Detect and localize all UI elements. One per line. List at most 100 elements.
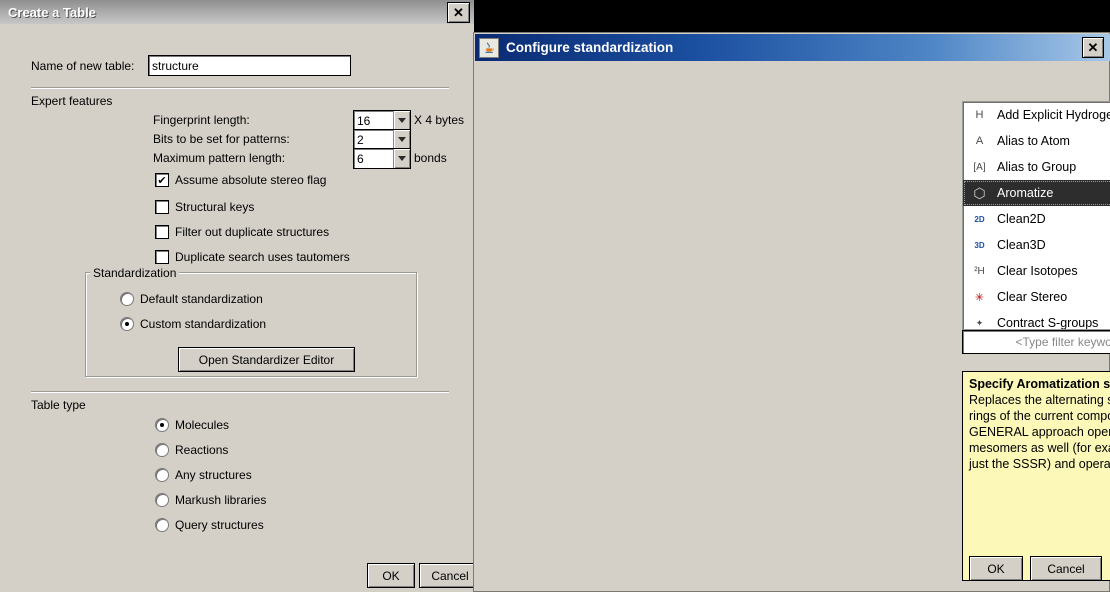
available-actions-list[interactable]: H Add Explicit Hydrogens A Alias to Atom…: [962, 101, 1110, 330]
table-name-label: Name of new table:: [31, 59, 134, 73]
left-dialog-title: Create a Table: [8, 5, 96, 20]
radio-label: Molecules: [175, 418, 229, 432]
maximum-pattern-length-suffix: bonds: [414, 151, 447, 165]
configure-standardization-dialog: Configure standardization ✕ H Add Explic…: [473, 32, 1110, 592]
radio-button[interactable]: [155, 468, 169, 482]
create-a-table-dialog: Create a Table ✕ Name of new table: stru…: [0, 0, 475, 592]
expert-features-label: Expert features: [31, 94, 112, 108]
list-item[interactable]: 3D Clean3D: [963, 232, 1110, 258]
radio-molecules[interactable]: Molecules: [155, 418, 229, 432]
list-item[interactable]: [A] Alias to Group: [963, 154, 1110, 180]
contract-s-groups-icon: ✦: [971, 318, 988, 329]
right-cancel-button[interactable]: Cancel: [1030, 556, 1102, 581]
java-app-icon: [479, 38, 499, 58]
clear-stereo-icon: ✳: [971, 291, 988, 304]
checkbox-duplicate-search-uses-tautomers[interactable]: Duplicate search uses tautomers: [155, 250, 350, 264]
checkbox-label: Assume absolute stereo flag: [175, 173, 326, 187]
left-dialog-titlebar: Create a Table: [0, 0, 474, 24]
radio-label: Query structures: [175, 518, 264, 532]
checkbox-box[interactable]: [155, 225, 169, 239]
radio-button[interactable]: [155, 443, 169, 457]
maximum-pattern-length-label: Maximum pattern length:: [153, 151, 285, 165]
radio-label: Markush libraries: [175, 493, 266, 507]
radio-button[interactable]: [155, 418, 169, 432]
table-name-input[interactable]: structure: [148, 55, 351, 76]
radio-label: Custom standardization: [140, 317, 266, 331]
list-item-label: Contract S-groups: [997, 316, 1098, 330]
list-item[interactable]: ✦ Contract S-groups: [963, 310, 1110, 330]
radio-label: Reactions: [175, 443, 228, 457]
left-dialog-close-icon[interactable]: ✕: [447, 2, 470, 23]
radio-label: Default standardization: [140, 292, 263, 306]
right-dialog-close-icon[interactable]: ✕: [1082, 37, 1104, 58]
clean3d-icon: 3D: [971, 241, 988, 250]
checkbox-assume-absolute-stereo-flag[interactable]: ✔ Assume absolute stereo flag: [155, 173, 326, 187]
maximum-pattern-length-combo[interactable]: 6: [353, 148, 411, 169]
list-item-label: Alias to Group: [997, 160, 1076, 174]
right-dialog-titlebar: Configure standardization: [475, 34, 1110, 61]
chevron-down-icon[interactable]: [393, 111, 410, 130]
alias-to-group-icon: [A]: [971, 162, 988, 173]
fingerprint-length-value: 16: [354, 111, 393, 130]
checkbox-box[interactable]: [155, 200, 169, 214]
radio-default-standardization[interactable]: Default standardization: [120, 292, 263, 306]
list-item[interactable]: 2D Clean2D: [963, 206, 1110, 232]
checkbox-filter-out-duplicate-structures[interactable]: Filter out duplicate structures: [155, 225, 329, 239]
fingerprint-length-suffix: X 4 bytes: [414, 113, 464, 127]
radio-markush-libraries[interactable]: Markush libraries: [155, 493, 266, 507]
fingerprint-length-label: Fingerprint length:: [153, 113, 250, 127]
table-type-label: Table type: [31, 398, 86, 412]
radio-reactions[interactable]: Reactions: [155, 443, 228, 457]
checkbox-label: Duplicate search uses tautomers: [175, 250, 350, 264]
bits-per-pattern-label: Bits to be set for patterns:: [153, 132, 290, 146]
open-standardizer-editor-button[interactable]: Open Standardizer Editor: [178, 347, 355, 372]
description-panel: Specify Aromatization style Replaces the…: [962, 371, 1110, 581]
list-item[interactable]: ²H Clear Isotopes: [963, 258, 1110, 284]
description-body: Replaces the alternating single/double b…: [969, 392, 1110, 472]
chevron-down-icon[interactable]: [393, 149, 410, 168]
list-item[interactable]: ✳ Clear Stereo: [963, 284, 1110, 310]
checkbox-box[interactable]: ✔: [155, 173, 169, 187]
left-cancel-button[interactable]: Cancel: [419, 563, 481, 588]
clear-isotopes-icon: ²H: [971, 266, 988, 277]
right-dialog-title: Configure standardization: [506, 40, 673, 55]
checkbox-label: Filter out duplicate structures: [175, 225, 329, 239]
radio-query-structures[interactable]: Query structures: [155, 518, 264, 532]
list-item-label: Clear Stereo: [997, 290, 1067, 304]
radio-any-structures[interactable]: Any structures: [155, 468, 252, 482]
checkbox-box[interactable]: [155, 250, 169, 264]
right-ok-button[interactable]: OK: [969, 556, 1023, 581]
add-explicit-hydrogens-icon: H: [971, 109, 988, 121]
description-heading: Specify Aromatization style: [969, 377, 1110, 391]
alias-to-atom-icon: A: [971, 135, 988, 147]
list-item-label: Alias to Atom: [997, 134, 1070, 148]
fingerprint-length-combo[interactable]: 16: [353, 110, 411, 131]
radio-label: Any structures: [175, 468, 252, 482]
radio-button[interactable]: [155, 493, 169, 507]
left-ok-button[interactable]: OK: [367, 563, 415, 588]
checkbox-structural-keys[interactable]: Structural keys: [155, 200, 254, 214]
radio-button[interactable]: [155, 518, 169, 532]
radio-button[interactable]: [120, 292, 134, 306]
filter-keywords-input[interactable]: <Type filter keywords>: [963, 331, 1110, 353]
bits-per-pattern-value: 2: [354, 130, 393, 149]
divider: [31, 391, 449, 393]
list-item[interactable]: A Alias to Atom: [963, 128, 1110, 154]
list-item[interactable]: H Add Explicit Hydrogens: [963, 102, 1110, 128]
standardization-group-title: Standardization: [90, 266, 179, 280]
filter-keywords-combo[interactable]: <Type filter keywords>: [962, 330, 1110, 354]
list-item-label: Clean2D: [997, 212, 1046, 226]
bits-per-pattern-combo[interactable]: 2: [353, 129, 411, 150]
list-item-aromatize[interactable]: ⬡ Aromatize: [963, 180, 1110, 206]
aromatize-icon: ⬡: [971, 185, 988, 202]
list-item-label: Aromatize: [997, 186, 1053, 200]
clean2d-icon: 2D: [971, 215, 988, 224]
divider: [31, 87, 449, 89]
chevron-down-icon[interactable]: [393, 130, 410, 149]
checkbox-label: Structural keys: [175, 200, 254, 214]
list-item-label: Clear Isotopes: [997, 264, 1078, 278]
radio-custom-standardization[interactable]: Custom standardization: [120, 317, 266, 331]
list-item-label: Clean3D: [997, 238, 1046, 252]
radio-button[interactable]: [120, 317, 134, 331]
list-item-label: Add Explicit Hydrogens: [997, 108, 1110, 122]
